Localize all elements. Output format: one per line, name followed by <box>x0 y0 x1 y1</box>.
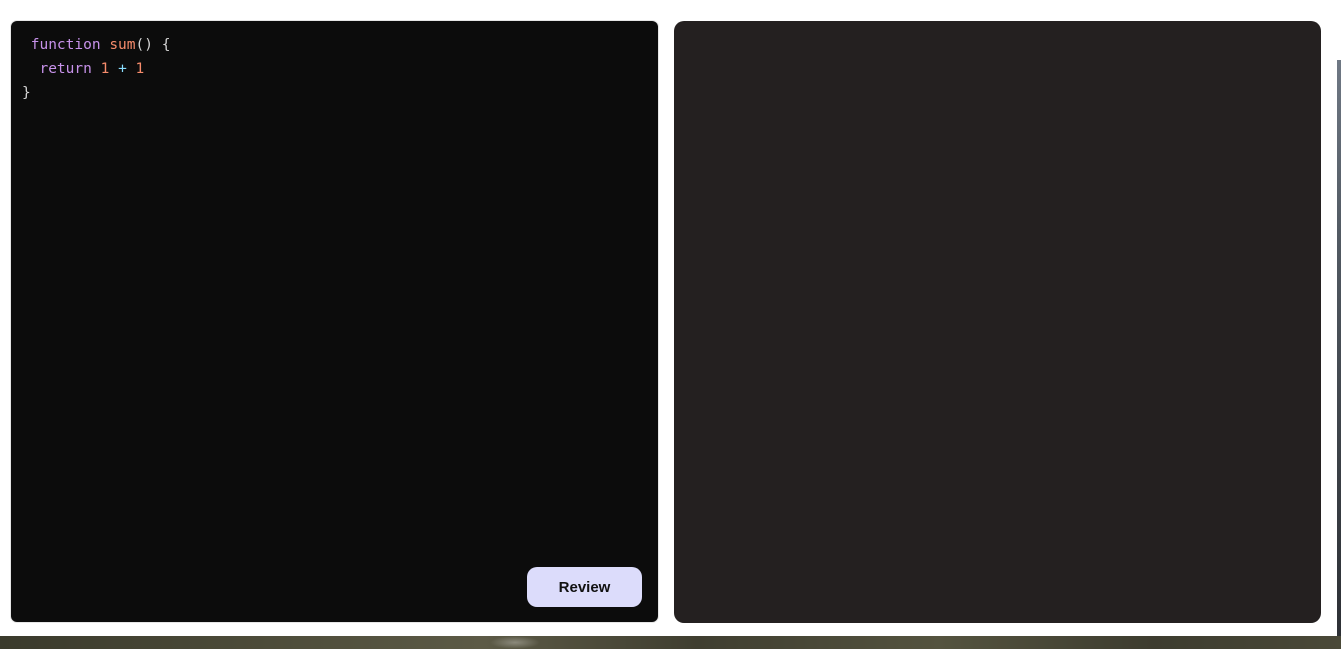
parens-brace: () { <box>135 37 171 53</box>
page: function sum() { return 1 + 1 } Review <box>0 0 1341 649</box>
background-image-strip <box>0 636 1341 649</box>
code-editor-panel[interactable]: function sum() { return 1 + 1 } Review <box>11 21 658 622</box>
background-highlight <box>490 636 540 649</box>
keyword-return: return <box>39 61 92 77</box>
code-line-2: return 1 + 1 <box>22 61 144 77</box>
number-literal-b: 1 <box>135 61 145 77</box>
code-line-1: function sum() { <box>22 37 171 53</box>
review-button[interactable]: Review <box>527 567 642 607</box>
review-output-panel <box>674 21 1321 623</box>
background-image-edge <box>1337 60 1341 636</box>
plus-operator: + <box>118 61 127 77</box>
keyword-function: function <box>30 37 101 53</box>
number-literal-a: 1 <box>100 61 110 77</box>
closing-brace: } <box>22 85 31 101</box>
function-name: sum <box>109 37 136 53</box>
code-editor[interactable]: function sum() { return 1 + 1 } <box>22 33 170 105</box>
